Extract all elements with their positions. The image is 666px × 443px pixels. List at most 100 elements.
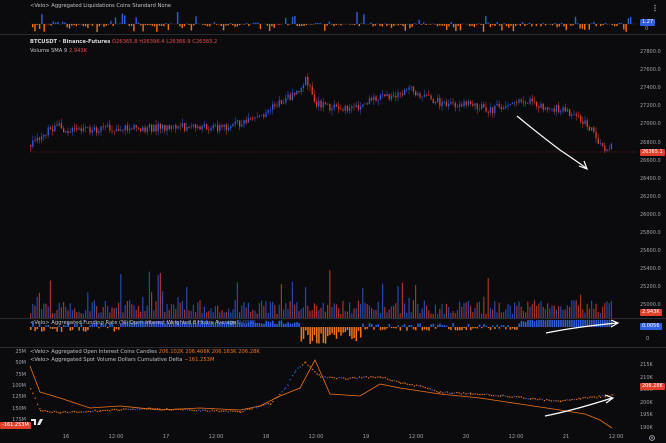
volume-bar <box>375 310 377 318</box>
volume-bar <box>498 302 500 318</box>
oi-candle <box>520 396 522 398</box>
ohlc-low: L26366.9 <box>166 39 191 45</box>
price-axis[interactable]: 27800.0 27600.0 27400.0 27200.0 27000.0 26800… <box>636 35 666 318</box>
volume-bar <box>144 311 146 318</box>
oi-candle <box>120 409 122 411</box>
funding-bar <box>338 327 340 333</box>
volume-bar <box>146 305 148 318</box>
volume-bar <box>104 300 106 318</box>
volume-bar <box>307 305 309 318</box>
oi-candle <box>525 397 527 400</box>
funding-bar <box>331 327 333 334</box>
liquidation-bar <box>75 24 78 27</box>
liquidation-bar <box>526 24 528 25</box>
oi-candle <box>216 409 218 412</box>
price-candle-body <box>364 103 366 105</box>
oi-candle <box>365 376 367 378</box>
funding-bar <box>575 320 578 327</box>
gear-icon[interactable] <box>648 434 656 442</box>
price-candle-body <box>102 126 104 128</box>
price-candle-body <box>32 140 34 147</box>
volume-bar <box>135 309 137 318</box>
price-candle-body <box>133 125 135 130</box>
volume-bar <box>243 302 245 318</box>
funding-bar <box>454 327 457 331</box>
price-candle-body <box>56 125 58 126</box>
funding-pane[interactable]: <Velo> Aggregated Funding Rate (%) Open … <box>0 319 666 347</box>
oi-right-axis[interactable]: 215K 210K 205K 200K 195K 190K <box>636 348 666 432</box>
oi-cvd-pane[interactable]: <Velo> Aggregated Open Interest Coins Ca… <box>0 348 666 432</box>
price-candle-body <box>377 99 379 101</box>
volume-bar <box>571 300 573 318</box>
liquidations-pane[interactable]: <Velo> Aggregated Liquidations Coins Sta… <box>0 0 666 34</box>
volume-bar <box>168 309 170 318</box>
price-candle-body <box>223 124 225 127</box>
funding-bar <box>498 327 501 329</box>
oi-candle <box>400 382 402 384</box>
price-candle-body <box>520 99 522 102</box>
volume-bar <box>434 304 436 318</box>
volume-bar <box>113 308 115 318</box>
funding-bar <box>115 327 118 329</box>
liquidation-bar <box>494 24 496 26</box>
volume-bar <box>342 300 344 318</box>
funding-bar <box>461 327 463 331</box>
volume-bar <box>465 302 467 318</box>
price-pane[interactable]: BTCUSDT · Binance-Futures O26365.8 H2639… <box>0 35 666 318</box>
funding-bar <box>30 327 32 331</box>
funding-bar <box>481 327 483 329</box>
volume-bar <box>126 301 128 318</box>
oi-candle <box>283 388 286 390</box>
price-candle-body <box>272 104 274 110</box>
liquidation-bar <box>273 24 275 28</box>
oi-candle <box>220 410 222 412</box>
more-options-icon[interactable] <box>651 4 659 12</box>
liquidation-bar <box>473 24 475 28</box>
liquidation-bar <box>135 17 137 24</box>
liquidation-bar <box>140 24 142 26</box>
oi-candle <box>553 400 555 402</box>
price-candle-body <box>390 95 393 100</box>
time-axis[interactable]: 16 12:00 17 12:00 18 12:00 19 12:00 20 12:00 21 12:… <box>0 432 666 443</box>
volume-bar <box>177 297 179 318</box>
funding-bar <box>327 327 329 337</box>
liquidation-bar <box>310 24 312 25</box>
oi-candle <box>263 404 265 406</box>
liquidation-bar <box>52 21 55 24</box>
funding-bar <box>432 323 435 327</box>
price-candle-body <box>155 124 157 132</box>
cvd-left-axis[interactable]: 25M 50M 75M 100M 125M 150M 175M <box>0 348 28 432</box>
price-candle-body <box>503 107 505 110</box>
volume-bar <box>179 302 181 318</box>
funding-bar <box>518 323 520 327</box>
volume-bar <box>588 308 590 318</box>
funding-bar <box>36 327 39 330</box>
price-candle-body <box>243 120 245 125</box>
oi-candle <box>338 376 340 379</box>
price-candle-body <box>366 103 368 105</box>
oi-candle <box>424 386 426 389</box>
price-candle-body <box>571 114 573 116</box>
liquidation-bar <box>508 24 510 28</box>
volume-bar <box>507 303 509 318</box>
volume-bar <box>142 296 144 318</box>
funding-bar <box>69 327 72 331</box>
oi-candle <box>449 392 451 394</box>
price-candle-body <box>140 128 142 132</box>
volume-bar <box>236 282 238 318</box>
volume-bar <box>272 301 274 318</box>
liquidation-bar <box>57 22 59 24</box>
funding-bar <box>514 327 516 330</box>
oi-candle <box>416 384 418 386</box>
liquidation-bar <box>142 24 144 32</box>
liquidation-bar <box>232 24 234 26</box>
funding-bar <box>322 327 325 343</box>
oi-candle <box>71 411 73 413</box>
liquidation-bar <box>400 24 402 25</box>
liquidation-bar <box>167 24 170 31</box>
liquidation-bar <box>613 24 616 27</box>
volume-bar <box>595 303 597 318</box>
oi-candle <box>506 396 509 398</box>
funding-bar <box>399 327 402 331</box>
volume-bar <box>555 309 557 318</box>
